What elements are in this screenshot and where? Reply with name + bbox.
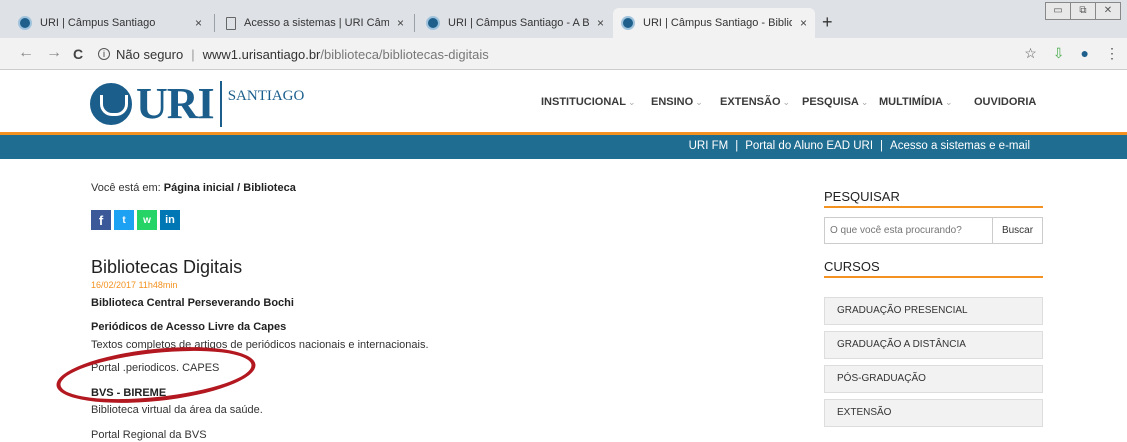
tab-separator: [414, 14, 415, 32]
info-icon[interactable]: i: [98, 48, 110, 60]
browser-tab[interactable]: URI | Câmpus Santiago ×: [10, 8, 210, 38]
menu-dots-icon[interactable]: ⋮: [1105, 45, 1119, 62]
course-graduacao-presencial[interactable]: GRADUAÇÃO PRESENCIAL: [824, 297, 1043, 325]
nav-multimidia[interactable]: MULTIMÍDIA ⌄: [879, 96, 953, 108]
uri-favicon-icon: [621, 16, 635, 30]
bvs-description: Biblioteca virtual da área da saúde.: [91, 404, 263, 416]
address-host: www1.urisantiago.br: [202, 46, 321, 62]
address-separator: |: [191, 46, 195, 62]
download-extension-icon[interactable]: ⇩: [1053, 45, 1065, 62]
search-heading: PESQUISAR: [824, 189, 900, 204]
nav-institucional[interactable]: INSTITUCIONAL ⌄: [541, 96, 636, 108]
nav-ouvidoria[interactable]: OUVIDORIA: [974, 96, 1036, 108]
twitter-icon[interactable]: t: [114, 210, 134, 230]
document-favicon-icon: [226, 16, 236, 30]
capes-heading: Periódicos de Acesso Livre da Capes: [91, 321, 287, 333]
window-controls: ▭ ⧉ ✕: [1045, 2, 1121, 20]
nav-extensao[interactable]: EXTENSÃO ⌄: [720, 96, 790, 108]
uri-favicon-icon: [18, 16, 32, 30]
tab-separator: [214, 14, 215, 32]
link-acesso-sistemas[interactable]: Acesso a sistemas e e-mail: [890, 140, 1030, 152]
nav-ensino[interactable]: ENSINO ⌄: [651, 96, 703, 108]
link-separator: |: [880, 140, 884, 152]
chevron-down-icon: ⌄: [627, 97, 636, 107]
browser-tab[interactable]: URI | Câmpus Santiago - A Bibliotec ×: [418, 8, 612, 38]
browser-tab-active[interactable]: URI | Câmpus Santiago - Bibliotecas ×: [613, 8, 815, 38]
new-tab-button[interactable]: +: [822, 12, 833, 33]
browser-tab-bar: URI | Câmpus Santiago × Acesso a sistema…: [0, 0, 1127, 38]
share-buttons: f t w in: [91, 210, 180, 230]
main-nav: INSTITUCIONAL ⌄ ENSINO ⌄ EXTENSÃO ⌄ PESQUIS…: [0, 96, 1127, 112]
breadcrumb-path[interactable]: Página inicial / Biblioteca: [164, 182, 296, 194]
chevron-down-icon: ⌄: [695, 97, 703, 107]
chevron-down-icon: ⌄: [860, 97, 869, 107]
tab-title: Acesso a sistemas | URI Câmpus Sa: [244, 17, 389, 29]
page-subtitle: Biblioteca Central Perseverando Bochi: [91, 297, 294, 309]
tab-title: URI | Câmpus Santiago: [40, 17, 156, 29]
close-window-icon[interactable]: ✕: [1095, 2, 1121, 20]
main-content: Você está em: Página inicial / Bibliotec…: [91, 159, 791, 442]
minimize-icon[interactable]: ▭: [1045, 2, 1071, 20]
nav-pesquisa[interactable]: PESQUISA ⌄: [802, 96, 868, 108]
courses-heading: CURSOS: [824, 259, 880, 274]
top-links-bar: URI FM | Portal do Aluno EAD URI | Acesso a …: [0, 135, 1127, 159]
search-form: Buscar: [824, 217, 1043, 244]
course-graduacao-distancia[interactable]: GRADUAÇÃO A DISTÂNCIA: [824, 331, 1043, 359]
uri-favicon-icon: [426, 16, 440, 30]
facebook-icon[interactable]: f: [91, 210, 111, 230]
security-label: Não seguro: [116, 46, 184, 62]
forward-arrow-icon[interactable]: →: [46, 44, 62, 62]
browser-toolbar: ← → C i Não seguro | www1.urisantiago.br…: [0, 38, 1127, 70]
link-portal-aluno-ead[interactable]: Portal do Aluno EAD URI: [745, 140, 873, 152]
heading-underline: [824, 206, 1043, 208]
chevron-down-icon: ⌄: [944, 97, 953, 107]
back-arrow-icon[interactable]: ←: [18, 44, 34, 62]
reload-icon[interactable]: C: [73, 46, 83, 62]
link-uri-fm[interactable]: URI FM: [689, 140, 729, 152]
tab-close-icon[interactable]: ×: [597, 16, 604, 30]
page-title: Bibliotecas Digitais: [91, 257, 243, 277]
tab-close-icon[interactable]: ×: [195, 16, 202, 30]
bvs-portal-link[interactable]: Portal Regional da BVS: [91, 429, 207, 441]
search-button[interactable]: Buscar: [993, 217, 1043, 244]
tab-close-icon[interactable]: ×: [397, 16, 404, 30]
heading-underline: [824, 276, 1043, 278]
publish-date: 16/02/2017 11h48min: [91, 280, 178, 290]
linkedin-icon[interactable]: in: [160, 210, 180, 230]
toolbar-icons: ☆ ⇩ ● ⋮: [1024, 45, 1119, 62]
address-bar[interactable]: i Não seguro | www1.urisantiago.br/bibli…: [98, 42, 1018, 66]
course-extensao[interactable]: EXTENSÃO: [824, 399, 1043, 427]
link-separator: |: [735, 140, 739, 152]
capes-description: Textos completos de artigos de periódico…: [91, 339, 429, 351]
browser-tab[interactable]: Acesso a sistemas | URI Câmpus Sa ×: [218, 8, 412, 38]
site-header: URI SANTIAGO INSTITUCIONAL ⌄ ENSINO ⌄ EXTE…: [0, 70, 1127, 132]
breadcrumb: Você está em: Página inicial / Bibliotec…: [91, 182, 296, 194]
profile-icon[interactable]: ●: [1081, 45, 1089, 62]
tab-close-icon[interactable]: ×: [800, 16, 807, 30]
whatsapp-icon[interactable]: w: [137, 210, 157, 230]
search-input[interactable]: [824, 217, 993, 244]
address-path: /biblioteca/bibliotecas-digitais: [320, 46, 489, 62]
tab-title: URI | Câmpus Santiago - Bibliotecas: [643, 17, 792, 29]
star-icon[interactable]: ☆: [1024, 45, 1037, 62]
tab-title: URI | Câmpus Santiago - A Bibliotec: [448, 17, 589, 29]
course-pos-graduacao[interactable]: PÓS-GRADUAÇÃO: [824, 365, 1043, 393]
maximize-icon[interactable]: ⧉: [1070, 2, 1096, 20]
chevron-down-icon: ⌄: [782, 97, 791, 107]
